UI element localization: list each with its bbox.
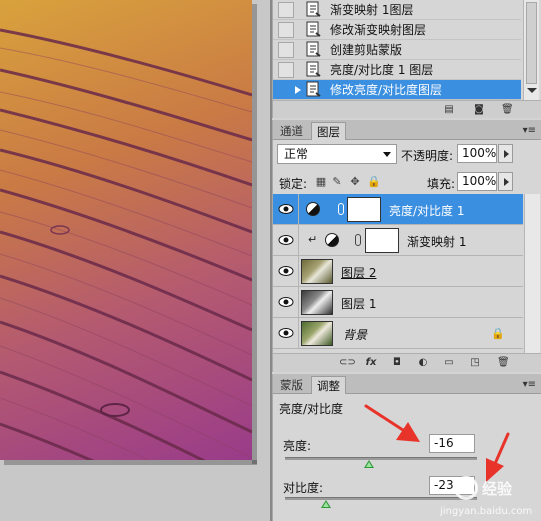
red-arrow-annotations — [364, 404, 510, 482]
